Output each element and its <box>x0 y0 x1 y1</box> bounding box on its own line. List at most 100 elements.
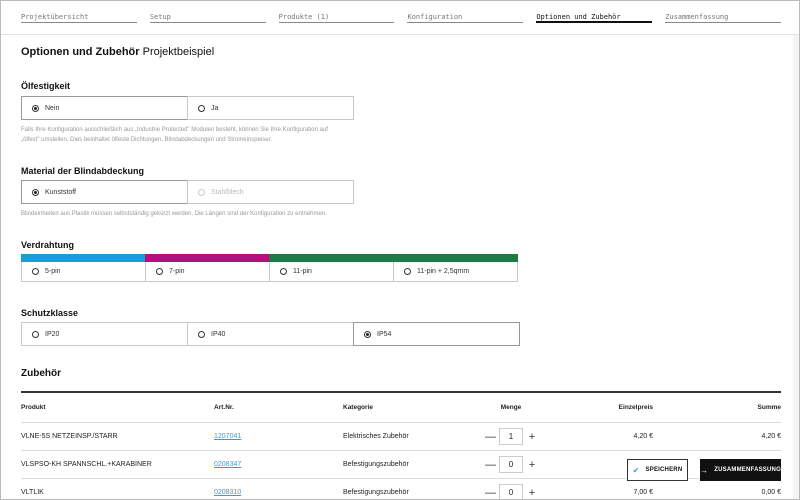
table-row: VLTLIK 0208310 Befestigungszubehör — 0 +… <box>21 479 781 499</box>
radio-group-material: Kunststoff Stahlblech <box>21 180 354 204</box>
col-header-kategorie: Kategorie <box>343 404 373 411</box>
table-header-row: Produkt Art.Nr. Kategorie Menge Einzelpr… <box>21 393 781 423</box>
radio-option-5-pin[interactable]: 5-pin <box>21 254 146 282</box>
radio-icon <box>198 188 205 196</box>
radio-icon <box>198 330 205 338</box>
col-header-summe: Summe <box>757 404 781 411</box>
section-title-oelfestigkeit: Ölfestigkeit <box>21 81 71 91</box>
cell-kategorie: Befestigungszubehör <box>343 489 409 496</box>
radio-option-ip40[interactable]: IP40 <box>187 322 354 346</box>
radio-option-ip20[interactable]: IP20 <box>21 322 188 346</box>
quantity-stepper: — 0 + <box>471 451 551 478</box>
artnr-link[interactable]: 0208310 <box>214 489 241 496</box>
step-setup[interactable]: Setup <box>149 11 266 23</box>
option-label: Ja <box>211 104 219 112</box>
arrow-right-icon: → <box>700 465 709 475</box>
decrement-button[interactable]: — <box>485 431 496 443</box>
increment-button[interactable]: + <box>527 459 537 471</box>
quantity-input[interactable]: 0 <box>499 456 523 473</box>
wire-color-bar <box>21 254 146 262</box>
radio-option-ja[interactable]: Ja <box>187 96 354 120</box>
radio-group-schutzklasse: IP20 IP40 IP54 <box>21 322 520 346</box>
artnr-link[interactable]: 0208347 <box>214 461 241 468</box>
cell-summe: 4,20 € <box>761 433 781 440</box>
radio-selected-icon <box>32 267 39 275</box>
step-zusammenfassung[interactable]: Zusammenfassung <box>665 11 781 23</box>
radio-option-ip54[interactable]: IP54 <box>353 322 520 346</box>
radio-icon <box>156 267 163 275</box>
radio-selected-icon <box>32 188 39 196</box>
help-line: Falls Ihre Konfiguration ausschließlich … <box>21 127 328 133</box>
page-title: Optionen und Zubehör Projektbeispiel <box>21 46 214 58</box>
radio-selected-icon <box>32 104 39 112</box>
option-label: 11-pin <box>293 267 312 275</box>
increment-button[interactable]: + <box>527 487 537 499</box>
option-label: IP20 <box>45 330 60 338</box>
option-label: IP54 <box>377 330 392 338</box>
radio-option-7-pin[interactable]: 7-pin <box>145 254 270 282</box>
wire-color-bar <box>269 254 394 262</box>
table-row: VLNE-5S NETZEINSP./STARR 1207041 Elektri… <box>21 423 781 451</box>
wire-color-bar <box>145 254 270 262</box>
cell-produkt: VLTLIK <box>21 489 44 496</box>
radio-option-11-pin[interactable]: 11-pin <box>269 254 394 282</box>
option-label: 11-pin + 2,5qmm <box>417 267 470 275</box>
cell-einzelpreis: 4,20 € <box>633 433 653 440</box>
step-konfiguration[interactable]: Konfiguration <box>407 11 524 23</box>
save-button[interactable]: ✔ SPEICHERN <box>627 459 688 481</box>
step-produkte[interactable]: Produkte (1) <box>278 11 395 23</box>
radio-icon <box>198 104 205 112</box>
artnr-link[interactable]: 1207041 <box>214 433 241 440</box>
help-text-material: Blindeinheiten aus Plastik müssen selbst… <box>21 211 327 217</box>
radio-group-verdrahtung: 5-pin 7-pin 11-pin 11-pin + 2,5qmm <box>21 254 518 282</box>
radio-option-kunststoff[interactable]: Kunststoff <box>21 180 188 204</box>
col-header-einzelpreis: Einzelpreis <box>618 404 653 411</box>
cell-produkt: VLNE-5S NETZEINSP./STARR <box>21 433 118 440</box>
cell-einzelpreis: 7,00 € <box>633 489 653 496</box>
option-label: Stahlblech <box>211 188 244 196</box>
option-label: Kunststoff <box>45 188 77 196</box>
col-header-artnr: Art.Nr. <box>214 404 234 411</box>
help-line: „ölfest" umstellen. Dies beinhaltet ölfe… <box>21 137 272 143</box>
bookmark-icon: ✔ <box>632 465 640 475</box>
decrement-button[interactable]: — <box>485 459 496 471</box>
cell-artnr: 0208347 <box>214 451 241 478</box>
cell-kategorie: Befestigungszubehör <box>343 461 409 468</box>
cell-summe: 0,00 € <box>761 489 781 496</box>
summary-button[interactable]: → ZUSAMMENFASSUNG <box>700 459 781 481</box>
option-label: 7-pin <box>169 267 185 275</box>
quantity-stepper: — 1 + <box>471 423 551 450</box>
step-projektuebersicht[interactable]: Projektübersicht <box>21 11 137 23</box>
section-title-verdrahtung: Verdrahtung <box>21 240 75 250</box>
page-title-main: Optionen und Zubehör <box>21 46 140 58</box>
increment-button[interactable]: + <box>527 431 537 443</box>
help-text-oelfestigkeit: Falls Ihre Konfiguration ausschließlich … <box>21 125 401 145</box>
app-window: Projektübersicht Setup Produkte (1) Konf… <box>0 0 800 500</box>
quantity-input[interactable]: 0 <box>499 484 523 499</box>
page-title-project: Projektbeispiel <box>142 46 215 58</box>
radio-selected-icon <box>364 330 371 338</box>
col-header-menge: Menge <box>500 404 522 411</box>
radio-icon <box>404 267 411 275</box>
radio-option-stahlblech: Stahlblech <box>187 180 354 204</box>
option-label: Nein <box>45 104 60 112</box>
decrement-button[interactable]: — <box>485 487 496 499</box>
accessories-table: Produkt Art.Nr. Kategorie Menge Einzelpr… <box>21 393 781 499</box>
progress-stepper: Projektübersicht Setup Produkte (1) Konf… <box>21 11 781 23</box>
cell-produkt: VLSPSO-KH SPANNSCHL.+KARABINER <box>21 461 152 468</box>
section-title-material: Material der Blindabdeckung <box>21 166 145 176</box>
quantity-input[interactable]: 1 <box>499 428 523 445</box>
col-header-produkt: Produkt <box>21 404 46 411</box>
cell-kategorie: Elektrisches Zubehör <box>343 433 409 440</box>
save-button-label: SPEICHERN <box>645 467 683 473</box>
radio-option-11-pin-2-5qmm[interactable]: 11-pin + 2,5qmm <box>393 254 518 282</box>
scrollbar[interactable] <box>793 35 799 499</box>
radio-option-nein[interactable]: Nein <box>21 96 188 120</box>
option-label: IP40 <box>211 330 226 338</box>
radio-icon <box>32 330 39 338</box>
cell-artnr: 0208310 <box>214 479 241 499</box>
section-title-zubehoer: Zubehör <box>21 368 61 379</box>
step-optionen-zubehoer[interactable]: Optionen und Zubehör <box>536 11 653 23</box>
wire-color-bar <box>393 254 518 262</box>
cell-artnr: 1207041 <box>214 423 241 450</box>
